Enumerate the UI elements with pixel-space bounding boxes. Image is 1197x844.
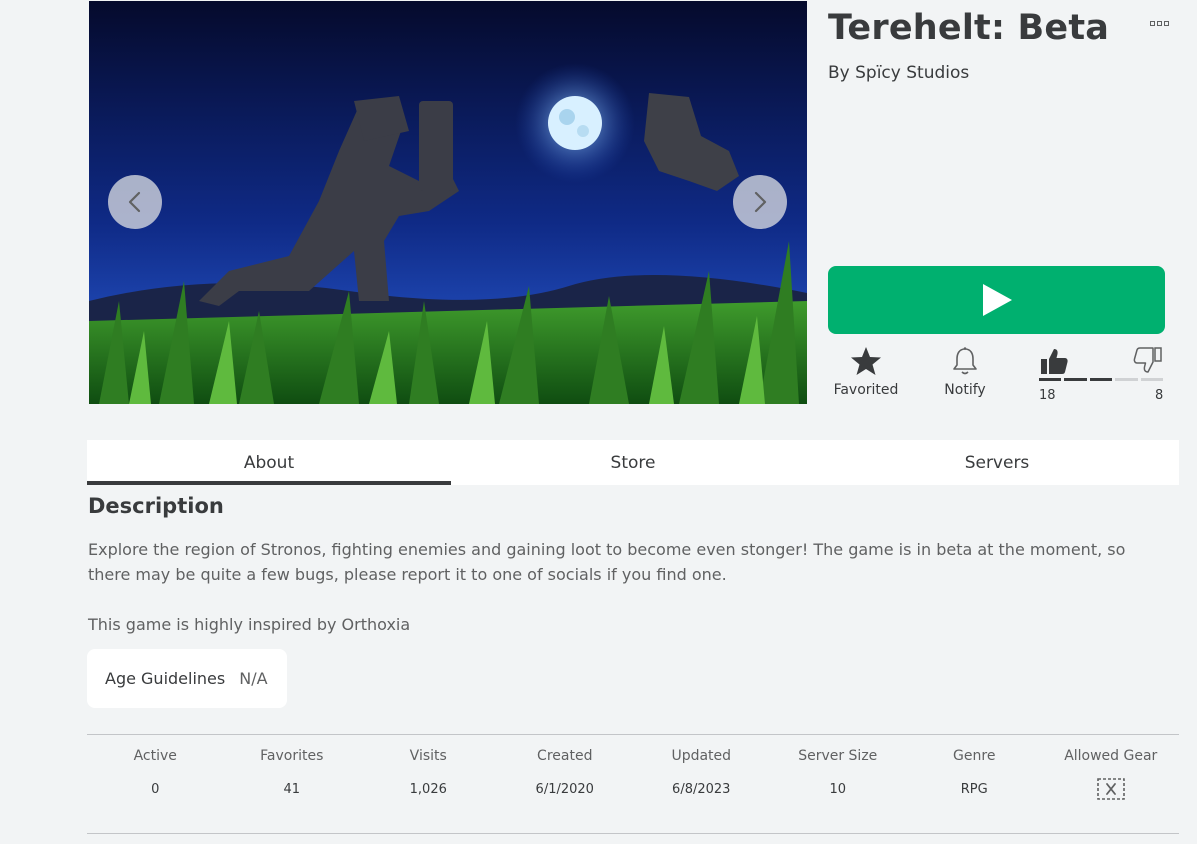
creator-link[interactable]: By Spïcy Studios xyxy=(828,63,969,83)
age-guidelines-value: N/A xyxy=(239,669,268,688)
game-stats: Active 0 Favorites 41 Visits 1,026 Creat… xyxy=(87,748,1179,800)
stat-value: 6/1/2020 xyxy=(535,782,594,797)
favorite-label: Favorited xyxy=(833,382,899,398)
vote-ratio-bar xyxy=(1039,378,1163,381)
stat-created: Created 6/1/2020 xyxy=(497,748,634,800)
more-dot-icon xyxy=(1157,20,1162,26)
more-dot-icon xyxy=(1164,20,1169,26)
game-tabs: About Store Servers xyxy=(87,440,1179,485)
downvote-count: 8 xyxy=(1155,388,1164,403)
stat-label: Genre xyxy=(953,748,996,764)
stat-value: 6/8/2023 xyxy=(672,782,731,797)
upvote-button[interactable] xyxy=(1038,346,1070,376)
carousel-prev-button[interactable] xyxy=(108,175,162,229)
stat-allowed-gear: Allowed Gear xyxy=(1043,748,1180,800)
upvote-count: 18 xyxy=(1039,388,1056,403)
stat-label: Visits xyxy=(409,748,447,764)
star-icon xyxy=(851,347,881,375)
vote-bar-up-segment xyxy=(1039,378,1062,381)
thumbs-up-icon xyxy=(1041,349,1068,374)
stat-value: 0 xyxy=(151,782,160,797)
stat-server-size: Server Size 10 xyxy=(770,748,907,800)
play-button[interactable] xyxy=(828,266,1165,334)
vote-bar-down-segment xyxy=(1140,378,1163,381)
thumbnail-image xyxy=(89,1,807,404)
bell-icon xyxy=(953,347,977,375)
tab-servers[interactable]: Servers xyxy=(815,440,1179,485)
stat-label: Active xyxy=(133,748,177,764)
vote-bar-up-segment xyxy=(1089,378,1113,381)
gear-not-allowed-icon xyxy=(1096,778,1125,800)
more-dot-icon xyxy=(1150,20,1155,26)
stat-genre: Genre RPG xyxy=(906,748,1043,800)
more-options-button[interactable] xyxy=(1150,16,1174,30)
stat-updated: Updated 6/8/2023 xyxy=(633,748,770,800)
divider xyxy=(87,833,1179,834)
vote-bar-down-segment xyxy=(1115,378,1138,381)
stat-label: Favorites xyxy=(260,748,324,764)
carousel-next-button[interactable] xyxy=(733,175,787,229)
description-text: Explore the region of Stronos, fighting … xyxy=(88,540,1126,584)
vote-bar-up-segment xyxy=(1064,378,1087,381)
tab-store[interactable]: Store xyxy=(451,440,815,485)
age-guidelines-box: Age Guidelines N/A xyxy=(87,649,287,708)
chevron-left-icon xyxy=(128,191,141,213)
description-heading: Description xyxy=(88,494,224,518)
stat-value: RPG xyxy=(960,782,988,797)
play-icon xyxy=(982,284,1012,316)
favorite-button[interactable]: Favorited xyxy=(832,346,900,398)
chevron-right-icon xyxy=(754,191,767,213)
stat-label: Created xyxy=(537,748,593,764)
stat-visits: Visits 1,026 xyxy=(360,748,497,800)
description-inspired: This game is highly inspired by Orthoxia xyxy=(88,615,411,634)
stat-active: Active 0 xyxy=(87,748,224,800)
stat-label: Server Size xyxy=(798,748,878,764)
tab-about[interactable]: About xyxy=(87,440,451,485)
thumbs-down-icon xyxy=(1133,347,1162,373)
divider xyxy=(87,734,1179,735)
stat-value: 10 xyxy=(829,782,847,797)
stat-label: Allowed Gear xyxy=(1064,748,1158,764)
game-title: Terehelt: Beta xyxy=(828,8,1110,48)
game-thumbnail xyxy=(89,1,807,404)
notify-button[interactable]: Notify xyxy=(938,346,992,398)
stat-value: 41 xyxy=(283,782,301,797)
downvote-button[interactable] xyxy=(1132,346,1164,376)
notify-label: Notify xyxy=(944,382,986,398)
stat-favorites: Favorites 41 xyxy=(224,748,361,800)
stat-value: 1,026 xyxy=(409,782,447,797)
stat-label: Updated xyxy=(671,748,732,764)
age-guidelines-label: Age Guidelines xyxy=(105,669,226,688)
